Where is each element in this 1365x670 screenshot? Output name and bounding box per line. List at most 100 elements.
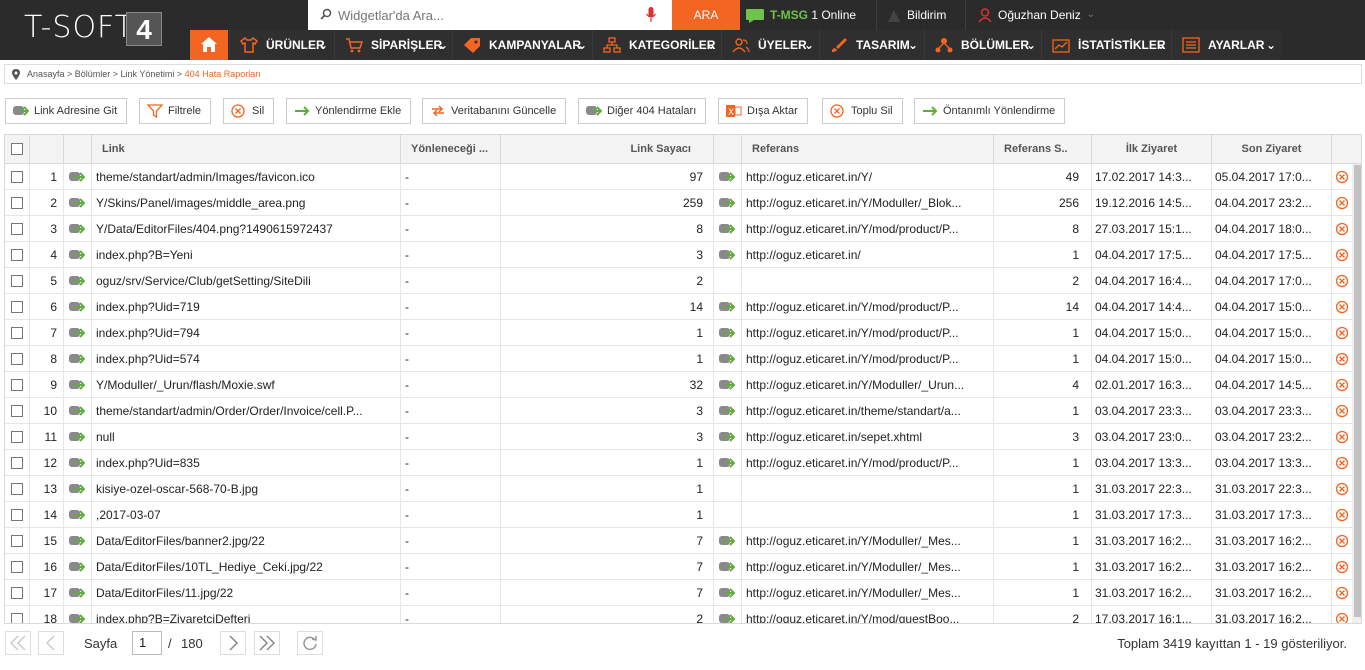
- delete-row-icon[interactable]: [1332, 242, 1352, 268]
- go-icon[interactable]: [714, 606, 742, 623]
- delete-row-icon[interactable]: [1332, 554, 1352, 580]
- table-row[interactable]: 14,2017-03-07-1 1 31.03.2017 17:3... 31.03.…: [5, 502, 1361, 528]
- go-icon[interactable]: [714, 398, 742, 424]
- go-to-link-button[interactable]: Link Adresine Git: [5, 98, 128, 124]
- nav-uyeler[interactable]: ÜYELER ⌄: [721, 30, 819, 60]
- go-icon[interactable]: [64, 216, 92, 242]
- row-checkbox[interactable]: [11, 327, 23, 339]
- go-icon[interactable]: [64, 372, 92, 398]
- prev-page-button[interactable]: [38, 631, 64, 655]
- go-icon[interactable]: [64, 502, 92, 528]
- delete-row-icon[interactable]: [1332, 268, 1352, 294]
- nav-urunler[interactable]: ÜRÜNLER ⌄: [229, 30, 334, 60]
- delete-row-icon[interactable]: [1332, 424, 1352, 450]
- delete-row-icon[interactable]: [1332, 528, 1352, 554]
- nav-kampanyalar[interactable]: KAMPANYALAR ⌄: [452, 30, 592, 60]
- row-checkbox[interactable]: [11, 535, 23, 547]
- scrollbar-thumb[interactable]: [1354, 165, 1361, 617]
- nav-kategoriler[interactable]: KATEGORİLER ⌄: [592, 30, 721, 60]
- go-icon[interactable]: [714, 372, 742, 398]
- delete-row-icon[interactable]: [1332, 346, 1352, 372]
- microphone-icon[interactable]: [646, 7, 656, 23]
- go-icon[interactable]: [714, 294, 742, 320]
- nav-istatistikler[interactable]: İSTATİSTİKLER ⌄: [1041, 30, 1171, 60]
- nav-siparisler[interactable]: SİPARİŞLER ⌄: [334, 30, 452, 60]
- go-icon[interactable]: [64, 398, 92, 424]
- go-icon[interactable]: [64, 580, 92, 606]
- row-checkbox[interactable]: [11, 223, 23, 235]
- table-row[interactable]: 9 Y/Moduller/_Urun/flash/Moxie.swf -32 http…: [5, 372, 1361, 398]
- go-icon[interactable]: [64, 528, 92, 554]
- delete-row-icon[interactable]: [1332, 450, 1352, 476]
- logo[interactable]: T-SOFT 4: [0, 0, 190, 60]
- header-link-count[interactable]: Link Sayacı: [501, 135, 714, 164]
- go-icon[interactable]: [64, 606, 92, 623]
- table-row[interactable]: 13 kisiye-ozel-oscar-568-70-B.jpg -1 1 31.03…: [5, 476, 1361, 502]
- go-icon[interactable]: [64, 242, 92, 268]
- nav-bolumler[interactable]: BÖLÜMLER ⌄: [924, 30, 1041, 60]
- go-icon[interactable]: [64, 554, 92, 580]
- go-icon[interactable]: [64, 320, 92, 346]
- delete-row-icon[interactable]: [1332, 372, 1352, 398]
- go-icon[interactable]: [64, 294, 92, 320]
- export-button[interactable]: X Dışa Aktar: [718, 98, 808, 124]
- home-button[interactable]: [190, 30, 228, 60]
- go-icon[interactable]: [714, 580, 742, 606]
- search-input[interactable]: [338, 4, 638, 26]
- delete-row-icon[interactable]: [1332, 502, 1352, 528]
- go-icon[interactable]: [714, 164, 742, 190]
- notifications-button[interactable]: Bildirim: [876, 0, 964, 30]
- table-row[interactable]: 10 theme/standart/admin/Order/Order/Invoi…: [5, 398, 1361, 424]
- page-input[interactable]: 1: [132, 631, 162, 655]
- other-404-button[interactable]: Diğer 404 Hataları: [578, 98, 707, 124]
- go-icon[interactable]: [64, 476, 92, 502]
- delete-row-icon[interactable]: [1332, 216, 1352, 242]
- table-row[interactable]: 2 Y/Skins/Panel/images/middle_area.png -25…: [5, 190, 1361, 216]
- row-checkbox[interactable]: [11, 483, 23, 495]
- table-row[interactable]: 18 index.php?B=ZiyaretciDefteri -2 http://o…: [5, 606, 1361, 623]
- row-checkbox[interactable]: [11, 405, 23, 417]
- first-page-button[interactable]: [5, 631, 31, 655]
- go-icon[interactable]: [714, 320, 742, 346]
- table-row[interactable]: 8 index.php?Uid=574-1 http://oguz.eticaret…: [5, 346, 1361, 372]
- add-redirect-button[interactable]: Yönlendirme Ekle: [286, 98, 412, 124]
- delete-row-icon[interactable]: [1332, 476, 1352, 502]
- go-icon[interactable]: [714, 242, 742, 268]
- bulk-delete-button[interactable]: Toplu Sil: [822, 98, 903, 124]
- delete-row-icon[interactable]: [1332, 398, 1352, 424]
- select-all-checkbox[interactable]: [11, 143, 23, 155]
- go-icon[interactable]: [714, 190, 742, 216]
- nav-tasarim[interactable]: TASARIM ⌄: [819, 30, 924, 60]
- delete-row-icon[interactable]: [1332, 320, 1352, 346]
- table-row[interactable]: 1 theme/standart/admin/Images/favicon.ico…: [5, 164, 1361, 190]
- nav-ayarlar[interactable]: AYARLAR ⌄: [1171, 30, 1281, 60]
- header-referer[interactable]: Referans: [742, 135, 994, 164]
- go-icon[interactable]: [714, 554, 742, 580]
- table-row[interactable]: 5 oguz/srv/Service/Club/getSetting/SiteDi…: [5, 268, 1361, 294]
- go-icon[interactable]: [714, 216, 742, 242]
- delete-button[interactable]: Sil: [223, 98, 275, 124]
- row-checkbox[interactable]: [11, 457, 23, 469]
- row-checkbox[interactable]: [11, 275, 23, 287]
- header-first-visit[interactable]: İlk Ziyaret: [1092, 135, 1212, 164]
- go-icon[interactable]: [714, 346, 742, 372]
- delete-row-icon[interactable]: [1332, 606, 1352, 623]
- delete-row-icon[interactable]: [1332, 294, 1352, 320]
- delete-row-icon[interactable]: [1332, 580, 1352, 606]
- table-row[interactable]: 17 Data/EditorFiles/11.jpg/22-7 http://ogu…: [5, 580, 1361, 606]
- table-row[interactable]: 15 Data/EditorFiles/banner2.jpg/22-7 http:…: [5, 528, 1361, 554]
- row-checkbox[interactable]: [11, 301, 23, 313]
- row-checkbox[interactable]: [11, 509, 23, 521]
- table-row[interactable]: 7 index.php?Uid=794-1 http://oguz.eticaret…: [5, 320, 1361, 346]
- header-link[interactable]: Link: [92, 135, 401, 164]
- row-checkbox[interactable]: [11, 353, 23, 365]
- user-menu[interactable]: Oğuzhan Deniz ⌄: [965, 0, 1105, 30]
- row-checkbox[interactable]: [11, 379, 23, 391]
- row-checkbox[interactable]: [11, 249, 23, 261]
- go-icon[interactable]: [64, 450, 92, 476]
- go-icon[interactable]: [64, 346, 92, 372]
- row-checkbox[interactable]: [11, 613, 23, 623]
- delete-row-icon[interactable]: [1332, 164, 1352, 190]
- default-redirect-button[interactable]: Öntanımlı Yönlendirme: [914, 98, 1066, 124]
- table-row[interactable]: 4 index.php?B=Yeni -3 http://oguz.eticaret.…: [5, 242, 1361, 268]
